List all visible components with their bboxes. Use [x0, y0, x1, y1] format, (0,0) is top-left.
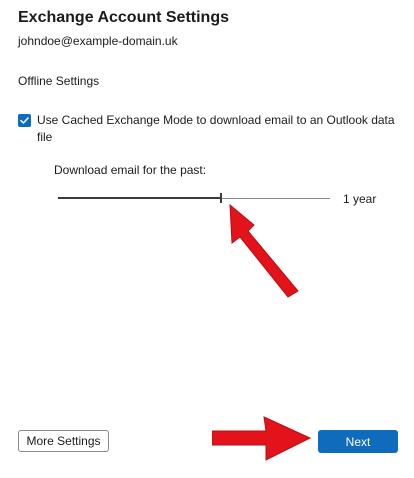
account-email: johndoe@example-domain.uk	[18, 34, 178, 48]
red-arrow-icon	[229, 203, 299, 298]
exchange-account-settings-page: Exchange Account Settings johndoe@exampl…	[0, 0, 414, 478]
next-button[interactable]: Next	[318, 430, 398, 453]
slider-thumb[interactable]	[220, 193, 222, 203]
checkmark-icon	[20, 117, 29, 124]
slider-track-filled	[58, 197, 221, 199]
cached-mode-label: Use Cached Exchange Mode to download ema…	[37, 113, 395, 144]
download-period-label: Download email for the past:	[54, 163, 207, 177]
download-period-value: 1 year	[343, 192, 377, 206]
cached-mode-option[interactable]: Use Cached Exchange Mode to download ema…	[18, 112, 403, 146]
slider-track-empty	[221, 197, 330, 199]
offline-settings-heading: Offline Settings	[18, 74, 100, 88]
more-settings-button[interactable]: More Settings	[18, 430, 109, 452]
page-title: Exchange Account Settings	[18, 9, 229, 26]
red-arrow-icon	[212, 416, 312, 461]
cached-mode-checkbox[interactable]	[18, 114, 31, 127]
